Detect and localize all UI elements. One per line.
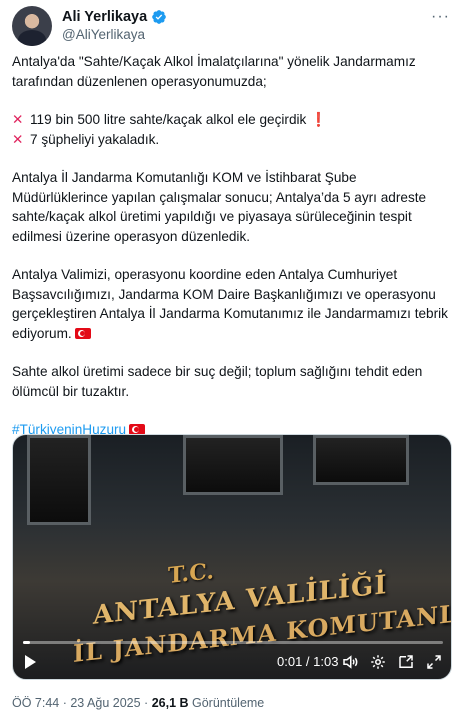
cross-mark-icon: ✕ (12, 131, 24, 147)
paragraph-warning: Sahte alkol üretimi sadece bir suç değil… (12, 362, 452, 401)
video-progress-bar[interactable] (23, 641, 443, 644)
building-window (27, 435, 91, 525)
building-window (183, 435, 283, 495)
volume-icon[interactable] (341, 653, 359, 671)
avatar[interactable] (12, 6, 52, 46)
bullet-text: 119 bin 500 litre sahte/kaçak alkol ele … (30, 112, 307, 127)
fullscreen-icon[interactable] (425, 653, 443, 671)
text-line: Başsavcılığımızı, Jandarma KOM Daire Baş… (12, 286, 436, 302)
tweet-footer: ÖÖ 7:44 · 23 Ağu 2025 · 26,1 B Görüntüle… (12, 696, 264, 710)
author-handle[interactable]: @AliYerlikaya (62, 27, 145, 42)
text-line: ölümcül bir tuzaktır. (12, 383, 130, 399)
settings-icon[interactable] (369, 653, 387, 671)
more-horizontal-icon[interactable]: ··· (431, 8, 450, 26)
paragraph-operation: Antalya İl Jandarma Komutanlığı KOM ve İ… (12, 168, 452, 246)
turkish-flag-icon (74, 327, 91, 339)
text-line: Antalya'da "Sahte/Kaçak Alkol İmalatçıla… (12, 54, 416, 69)
text-line: Antalya Valimizi, operasyonu koordine ed… (12, 267, 398, 282)
verified-badge-icon (152, 10, 167, 24)
text-line: edilmesi üzerine operasyon düzenledik. (12, 228, 251, 244)
author-row: Ali Yerlikaya (62, 9, 167, 25)
text-line: Müdürlüklerince yapılan çalışmalar sonuc… (12, 189, 427, 205)
paragraph-congrats: Antalya Valimizi, operasyonu koordine ed… (12, 265, 452, 343)
text-line: sahte/kaçak alkol üretimi yapıldığı ve p… (12, 209, 412, 224)
paragraph-bullets: ✕ 119 bin 500 litre sahte/kaçak alkol ele… (12, 110, 452, 149)
video-time: 0:01 / 1:03 (277, 654, 339, 669)
text-line: Sahte alkol üretimi sadece bir suç değil… (12, 364, 423, 379)
exclamation-icon: ❗ (310, 112, 328, 127)
text-line: tarafından düzenlenen operasyonumuzda; (12, 73, 267, 89)
bullet-line: ✕ 7 şüpheliyi yakaladık. (12, 130, 452, 150)
play-icon[interactable] (25, 655, 36, 669)
text-line: gerçekleştiren Antalya İl Jandarma Komut… (12, 306, 448, 321)
tweet-timestamp[interactable]: ÖÖ 7:44 · 23 Ağu 2025 · (12, 696, 152, 710)
bullet-line: ✕ 119 bin 500 litre sahte/kaçak alkol ele… (12, 110, 452, 130)
building-window (313, 435, 409, 485)
views-count: 26,1 B (151, 696, 189, 710)
video-progress-fill (23, 641, 30, 644)
cross-mark-icon: ✕ (12, 112, 24, 127)
video-player[interactable]: T.C. ANTALYA VALİLİĞİ İL JANDARMA KOMUTA… (12, 434, 452, 680)
text-line: Antalya İl Jandarma Komutanlığı KOM ve İ… (12, 170, 357, 185)
paragraph-intro: Antalya'da "Sahte/Kaçak Alkol İmalatçıla… (12, 52, 452, 91)
picture-in-picture-icon[interactable] (397, 653, 415, 671)
bullet-text: 7 şüpheliyi yakaladık. (30, 131, 160, 147)
tweet-text: Antalya'da "Sahte/Kaçak Alkol İmalatçıla… (12, 52, 452, 459)
video-controls: 0:01 / 1:03 (13, 651, 451, 675)
author-name[interactable]: Ali Yerlikaya (62, 9, 147, 25)
views-label: Görüntüleme (188, 696, 265, 710)
text-fragment: ediyorum. (12, 325, 72, 341)
text-line: ediyorum. (12, 324, 452, 344)
sign-tc-text: T.C. (168, 558, 214, 589)
tweet-header: Ali Yerlikaya @AliYerlikaya ··· (12, 6, 452, 46)
